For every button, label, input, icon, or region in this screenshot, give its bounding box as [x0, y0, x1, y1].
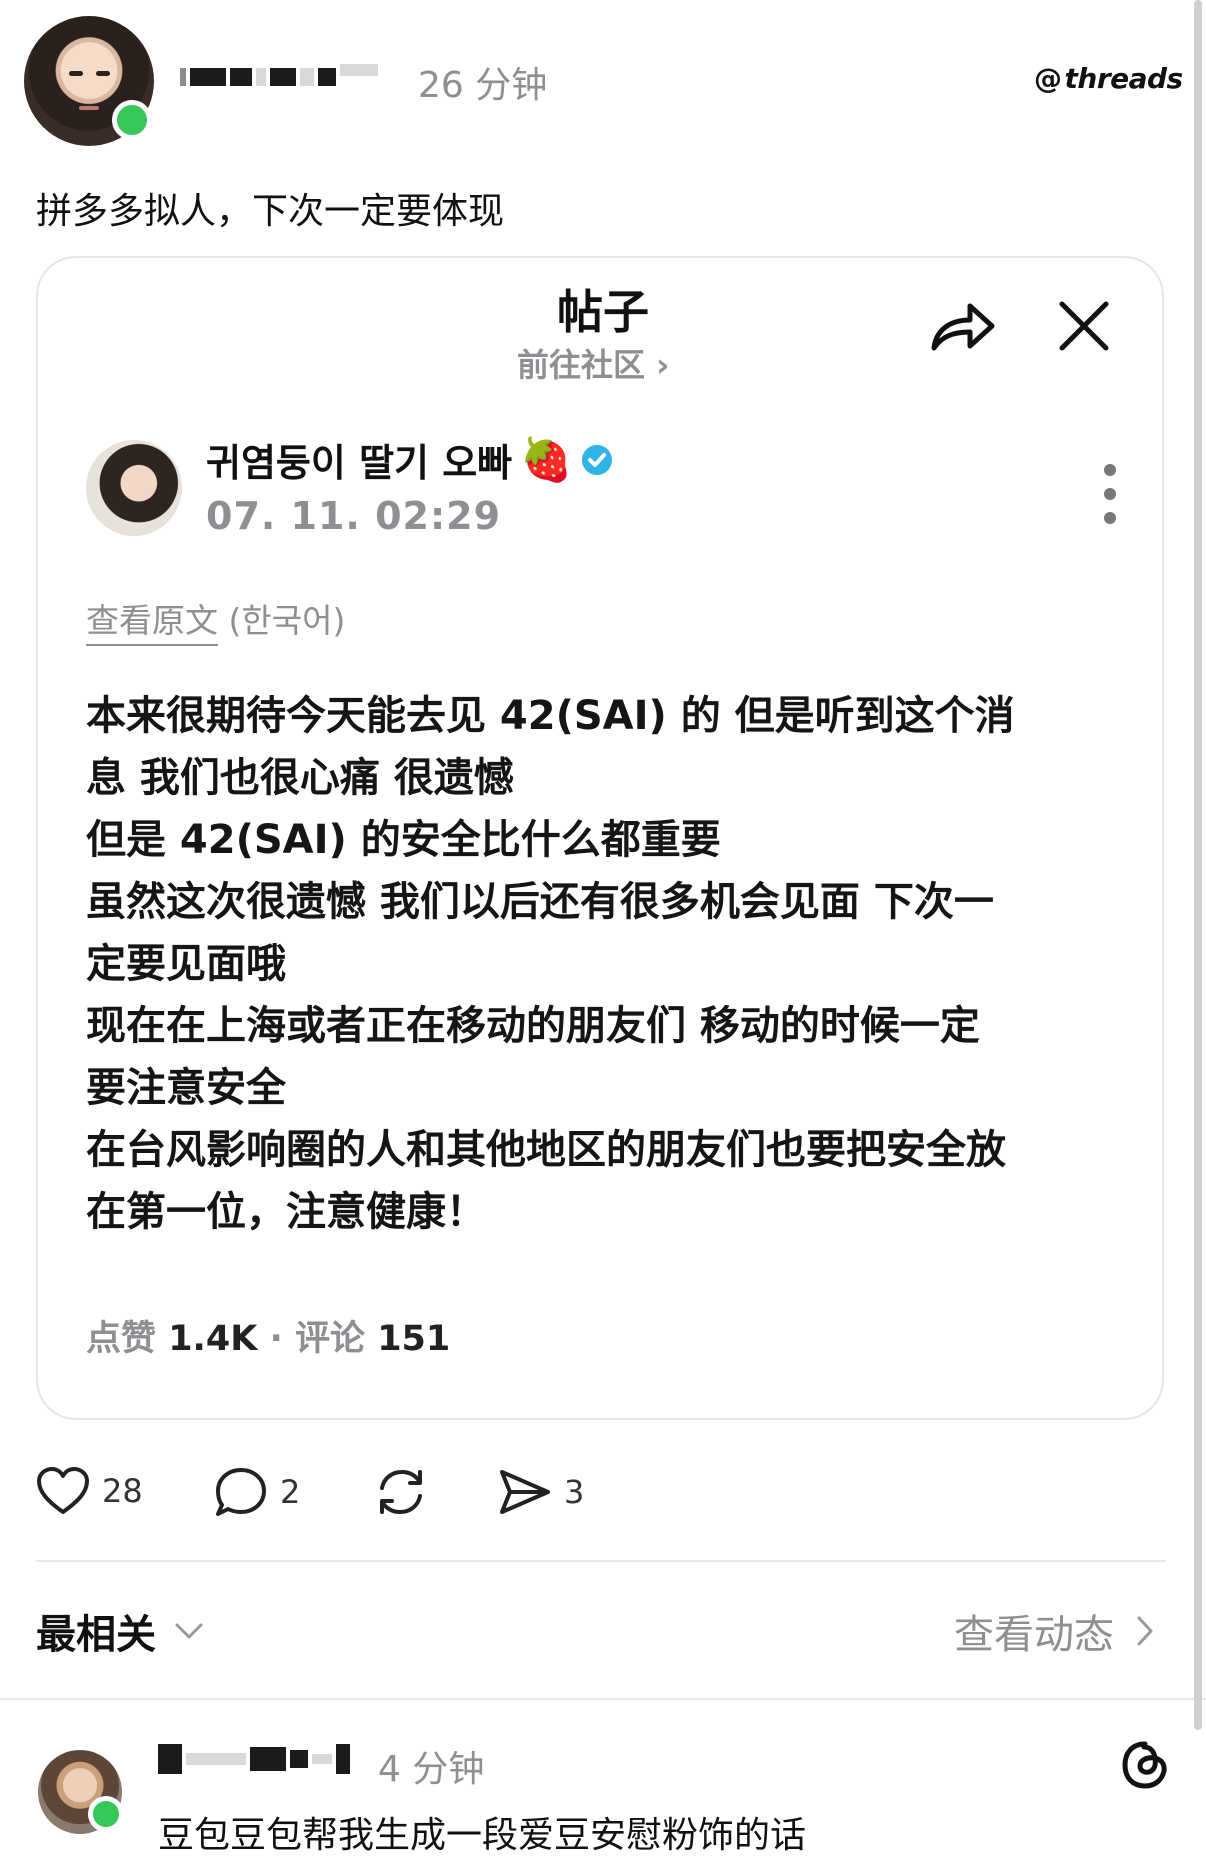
send-icon [500, 1470, 550, 1514]
post-time: 26 分钟 [418, 65, 548, 106]
threads-icon: @ [1034, 62, 1062, 95]
card-timestamp: 07. 11. 02:29 [206, 494, 502, 538]
body-line: 本来很期待今天能去见 42(SAI) 的 但是听到这个消 [86, 693, 1015, 739]
strawberry-emoji: 🍓 [520, 434, 573, 484]
more-options-icon[interactable] [1098, 462, 1122, 526]
close-icon[interactable] [1056, 298, 1112, 354]
body-line: 在台风影响圈的人和其他地区的朋友们也要把安全放 [86, 1127, 1006, 1173]
sort-label: 最相关 [36, 1612, 156, 1658]
body-line: 但是 42(SAI) 的安全比什么都重要 [86, 817, 721, 863]
view-activity-label: 查看动态 [954, 1612, 1114, 1658]
view-original-link[interactable]: 查看原文 [86, 601, 218, 646]
comment-button[interactable]: 2 [214, 1466, 300, 1518]
comment-icon [216, 1468, 266, 1516]
body-line: 定要见面哦 [86, 941, 286, 987]
chevron-down-icon [175, 1623, 203, 1639]
reply-text: 豆包豆包帮我生成一段爱豆安慰粉饰的话 [158, 1815, 807, 1856]
online-status-dot [112, 100, 152, 140]
verified-badge-icon [582, 444, 613, 475]
body-line: 现在在上海或者正在移动的朋友们 移动的时候一定 [86, 1003, 980, 1049]
go-to-community-link[interactable]: 前往社区 › [517, 340, 669, 386]
comment-count: 2 [280, 1473, 301, 1511]
chevron-right-icon [1137, 1616, 1153, 1646]
like-count: 28 [102, 1472, 143, 1510]
card-body: 本来很期待今天能去见 42(SAI) 的 但是听到这个消 息 我们也很心痛 很遗… [86, 685, 1146, 1243]
card-author-row: 귀염둥이 딸기 오빠 🍓 [206, 432, 614, 487]
body-line: 要注意安全 [86, 1065, 286, 1111]
body-line: 虽然这次很遗憾 我们以后还有很多机会见面 下次一 [86, 879, 994, 925]
sort-dropdown[interactable]: 最相关 [36, 1602, 204, 1660]
divider [36, 1560, 1166, 1562]
heart-icon [37, 1467, 89, 1514]
scrollbar[interactable] [1194, 0, 1202, 1730]
body-line: 息 我们也很心痛 很遗憾 [86, 755, 514, 801]
reply-time: 4 分钟 [378, 1749, 485, 1790]
comments-label: 评论 [295, 1319, 366, 1359]
divider [0, 1698, 1206, 1700]
post-caption: 拼多多拟人，下次一定要体现 [36, 191, 505, 232]
send-button[interactable]: 3 [498, 1466, 584, 1518]
card-stats: 点赞 1.4K · 评论 151 [86, 1319, 451, 1359]
threads-logo: @ threads [1034, 62, 1183, 95]
view-original-row: 查看原文 (한국어) [86, 594, 346, 646]
author-name-redacted[interactable] [180, 64, 378, 86]
like-button[interactable]: 28 [36, 1466, 143, 1516]
original-language: (한국어) [228, 601, 346, 640]
reply-author-name-redacted[interactable] [158, 1744, 350, 1774]
likes-label: 点赞 [86, 1319, 157, 1359]
threads-icon[interactable] [1118, 1738, 1172, 1792]
card-author-avatar[interactable] [86, 440, 182, 536]
body-line: 在第一位，注意健康！ [86, 1189, 486, 1235]
view-activity-link[interactable]: 查看动态 [954, 1602, 1154, 1660]
comments-value: 151 [377, 1319, 451, 1359]
likes-value: 1.4K [168, 1319, 258, 1359]
repost-button[interactable] [374, 1466, 428, 1518]
share-icon[interactable] [928, 296, 998, 356]
repost-icon [380, 1470, 422, 1514]
reply-online-dot [88, 1796, 124, 1832]
send-count: 3 [564, 1473, 585, 1511]
card-title: 帖子 [557, 285, 649, 339]
card-author-name[interactable]: 귀염둥이 딸기 오빠 [206, 432, 512, 487]
